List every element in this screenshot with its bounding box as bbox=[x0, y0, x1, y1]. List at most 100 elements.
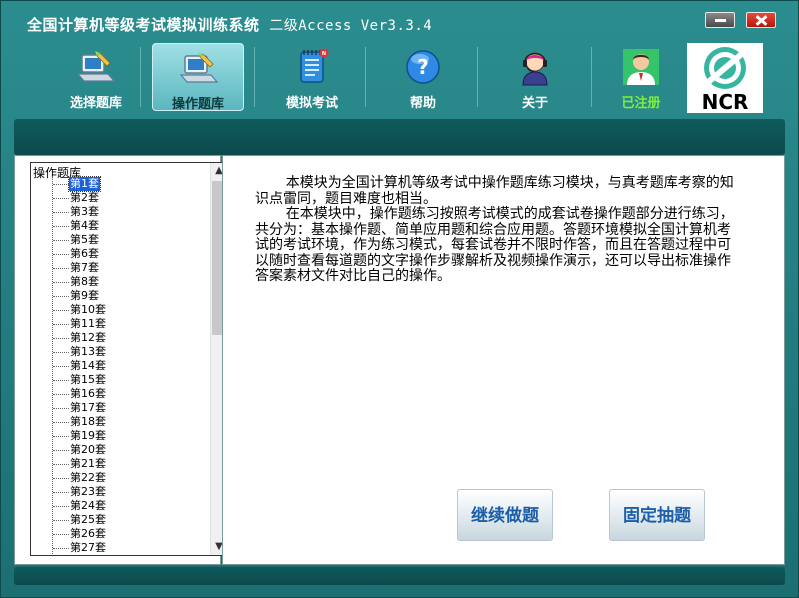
tree-item[interactable]: 第8套 bbox=[31, 275, 211, 289]
tree-item-label: 第16套 bbox=[70, 387, 106, 400]
status-strip bbox=[14, 567, 785, 585]
tree-item[interactable]: 第23套 bbox=[31, 485, 211, 499]
tree-item[interactable]: 第1套 bbox=[31, 176, 211, 192]
tree-item-label: 第7套 bbox=[70, 261, 99, 274]
tree-item-label: 第9套 bbox=[70, 289, 99, 302]
tree-branch-line bbox=[53, 184, 69, 185]
toolbar-label: 已注册 bbox=[621, 96, 661, 111]
toolbar-registered-button[interactable]: 已注册 bbox=[595, 43, 687, 111]
tree-item[interactable]: 第14套 bbox=[31, 359, 211, 373]
tree-item-label: 第11套 bbox=[70, 317, 106, 330]
tree-branch-line bbox=[53, 548, 69, 549]
tree-branch-line bbox=[53, 212, 69, 213]
toolbar-label: 帮助 bbox=[409, 96, 436, 111]
toolbar-operation-bank-button[interactable]: 操作题库 bbox=[152, 43, 244, 112]
tree-item-label: 第10套 bbox=[70, 303, 106, 316]
toolbar-choice-bank-button[interactable]: 选择题库 bbox=[50, 43, 142, 111]
tree-item-label: 第19套 bbox=[70, 429, 106, 442]
tree-item-label: 第14套 bbox=[70, 359, 106, 372]
svg-text:?: ? bbox=[417, 55, 429, 79]
tree-item[interactable]: 第9套 bbox=[31, 289, 211, 303]
toolbar-mock-exam-button[interactable]: N 模拟考试 bbox=[266, 43, 358, 111]
computer-pencil-icon bbox=[76, 51, 116, 82]
toolbar-about-button[interactable]: 关于 bbox=[489, 43, 581, 111]
tree-branch-line bbox=[53, 408, 69, 409]
ncr-logo: NCR bbox=[687, 43, 763, 113]
registered-user-icon bbox=[623, 49, 659, 85]
tree-item[interactable]: 第17套 bbox=[31, 401, 211, 415]
tree-item-label: 第23套 bbox=[70, 485, 106, 498]
tree-item[interactable]: 第24套 bbox=[31, 499, 211, 513]
tree-item[interactable]: 第7套 bbox=[31, 261, 211, 275]
tree-item[interactable]: 第2套 bbox=[31, 191, 211, 205]
tree-item[interactable]: 第3套 bbox=[31, 205, 211, 219]
toolbar-separator bbox=[477, 47, 478, 107]
tree-branch-line bbox=[53, 394, 69, 395]
toolbar-label: 关于 bbox=[521, 96, 548, 111]
help-question-icon: ? bbox=[406, 50, 440, 84]
tree-item[interactable]: 第27套 bbox=[31, 541, 211, 555]
tree-branch-line bbox=[53, 282, 69, 283]
tree-item-label: 第18套 bbox=[70, 415, 106, 428]
tree-branch-line bbox=[53, 520, 69, 521]
tree-item-label: 第20套 bbox=[70, 443, 106, 456]
tree-branch-line bbox=[53, 478, 69, 479]
tree-branch-line bbox=[53, 338, 69, 339]
tree-item-label: 第24套 bbox=[70, 499, 106, 512]
tree-item[interactable]: 第18套 bbox=[31, 415, 211, 429]
module-description: 本模块为全国计算机等级考试中操作题库练习模块，与真考题库考察的知识点雷同，题目难… bbox=[255, 175, 741, 285]
toolbar-separator bbox=[254, 47, 255, 107]
minimize-button[interactable] bbox=[705, 12, 735, 28]
continue-button[interactable]: 继续做题 bbox=[457, 489, 553, 541]
tree-item[interactable]: 第13套 bbox=[31, 345, 211, 359]
tree-branch-line bbox=[53, 198, 69, 199]
ncr-logo-text: NCR bbox=[702, 90, 749, 113]
tree-item-label: 第13套 bbox=[70, 345, 106, 358]
tree-item-label: 第15套 bbox=[70, 373, 106, 386]
tree-branch-line bbox=[53, 366, 69, 367]
tree-branch-line bbox=[53, 352, 69, 353]
tree-item[interactable]: 第21套 bbox=[31, 457, 211, 471]
toolbar-help-button[interactable]: ? 帮助 bbox=[377, 43, 469, 111]
tree-branch-line bbox=[53, 450, 69, 451]
tree-item-label: 第4套 bbox=[70, 219, 99, 232]
tree-list: 第1套 第2套 第3套 第4套 第5套 第6套 第7套 第8套 第9套 第10套 第11套 第12套第… bbox=[31, 176, 211, 555]
tree-item[interactable]: 第19套 bbox=[31, 429, 211, 443]
description-paragraph: 本模块为全国计算机等级考试中操作题库练习模块，与真考题库考察的知识点雷同，题目难… bbox=[255, 175, 734, 207]
toolbar-separator bbox=[365, 47, 366, 107]
window-title-text: 全国计算机等级考试模拟训练系统 bbox=[27, 16, 260, 34]
tree-item[interactable]: 第4套 bbox=[31, 219, 211, 233]
tree-branch-line bbox=[53, 492, 69, 493]
tree-branch-line bbox=[53, 240, 69, 241]
tree-item[interactable]: 第15套 bbox=[31, 373, 211, 387]
tree-item-label: 第21套 bbox=[70, 457, 106, 470]
tree-item[interactable]: 第10套 bbox=[31, 303, 211, 317]
tree-item-label: 第3套 bbox=[70, 205, 99, 218]
tree-item-label: 第12套 bbox=[70, 331, 106, 344]
tree-branch-line bbox=[53, 464, 69, 465]
tree-branch-line bbox=[53, 296, 69, 297]
tree-branch-line bbox=[53, 226, 69, 227]
tree-item-label: 第8套 bbox=[70, 275, 99, 288]
toolbar-separator bbox=[591, 47, 592, 107]
question-set-panel: 操作题库 第1套 第2套 第3套 第4套 第5套 第6套 第7套 第8套 第9套 第10套 第11套… bbox=[14, 155, 228, 565]
tree-item-label: 第25套 bbox=[70, 513, 106, 526]
toolbar-label: 模拟考试 bbox=[285, 96, 338, 111]
tree-item[interactable]: 第26套 bbox=[31, 527, 211, 541]
close-button[interactable] bbox=[746, 12, 776, 28]
tree-item[interactable]: 第6套 bbox=[31, 247, 211, 261]
tree-item[interactable]: 第20套 bbox=[31, 443, 211, 457]
window-version: 二级Access Ver3.3.4 bbox=[269, 18, 433, 34]
tree-item[interactable]: 第25套 bbox=[31, 513, 211, 527]
tree-item[interactable]: 第22套 bbox=[31, 471, 211, 485]
fixed-draw-button[interactable]: 固定抽题 bbox=[609, 489, 705, 541]
tree-item[interactable]: 第12套 bbox=[31, 331, 211, 345]
description-paragraph: 在本模块中，操作题练习按照考试模式的成套试卷操作题部分进行练习，共分为：基本操作… bbox=[255, 206, 734, 284]
tree-branch-line bbox=[53, 324, 69, 325]
tree-item[interactable]: 第16套 bbox=[31, 387, 211, 401]
tree-item[interactable]: 第5套 bbox=[31, 233, 211, 247]
tree-item-label: 第22套 bbox=[70, 471, 106, 484]
main-window: 全国计算机等级考试模拟训练系统 二级Access Ver3.3.4 选择题库 操… bbox=[0, 0, 799, 598]
tree-item[interactable]: 第11套 bbox=[31, 317, 211, 331]
tree-item-label: 第5套 bbox=[70, 233, 99, 246]
